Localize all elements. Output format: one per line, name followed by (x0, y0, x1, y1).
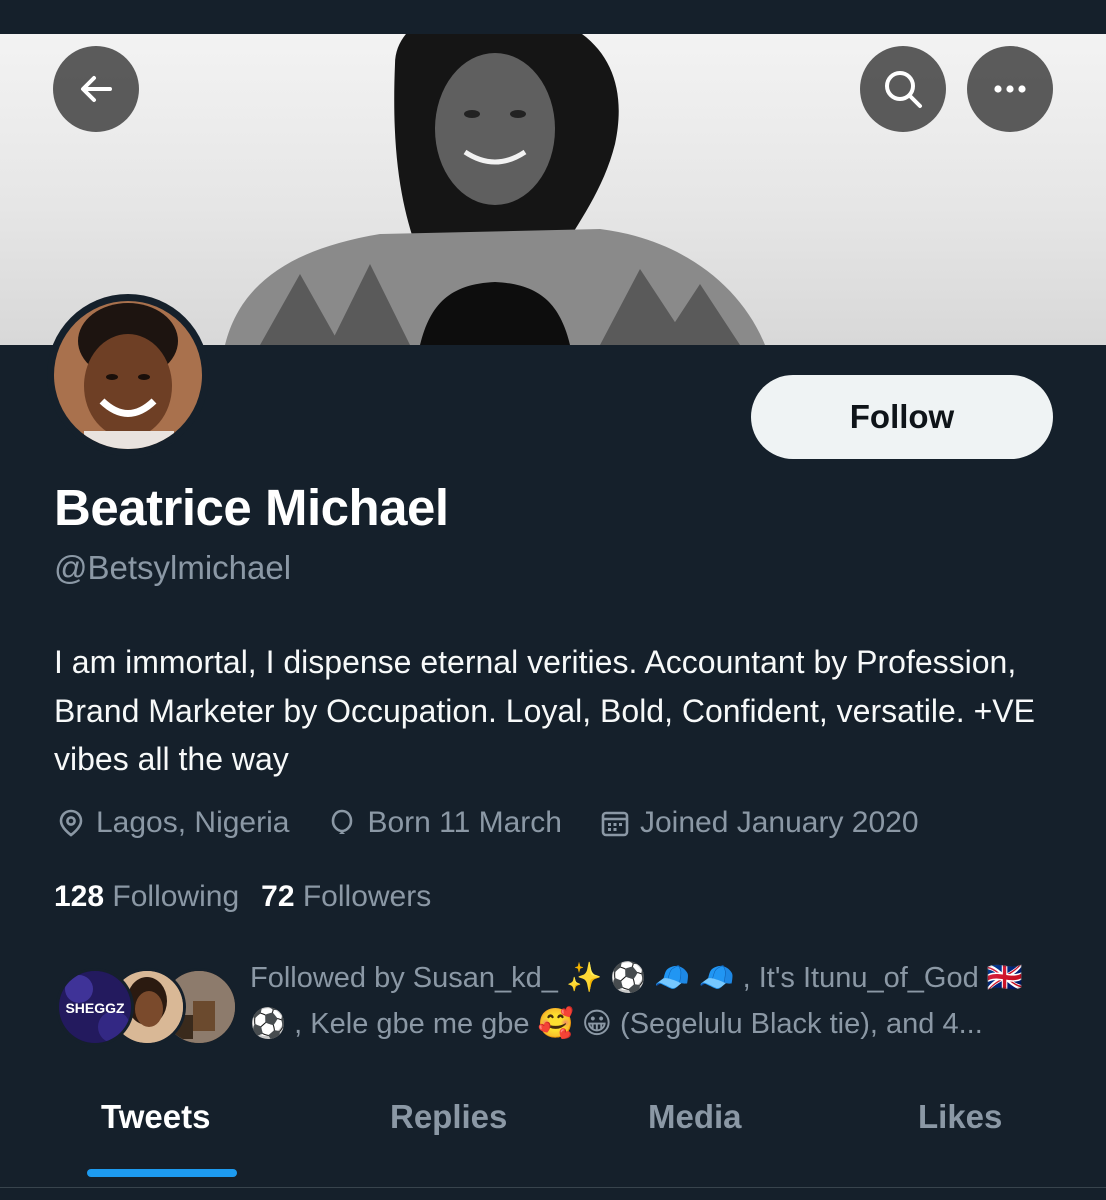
following-label: Following (112, 880, 240, 913)
mutual-avatar-photo: SHEGGZ (59, 971, 131, 1043)
tab-tweets[interactable]: Tweets (101, 1098, 210, 1136)
location-item: Lagos, Nigeria (56, 806, 289, 840)
location-text: Lagos, Nigeria (96, 806, 290, 839)
user-handle: @Betsylmichael (54, 549, 292, 586)
followed-by-text[interactable]: Followed by Susan_kd_ ✨ ⚽ 🧢 🧢 , It's Itu… (250, 955, 1050, 1047)
profile-tabs: Tweets Replies Media Likes (0, 1080, 1106, 1180)
followers-link[interactable]: 72 Followers (261, 880, 431, 913)
top-strip (0, 0, 1106, 34)
location-pin-icon (59, 809, 83, 837)
profile-avatar[interactable] (47, 294, 209, 456)
avatar-photo (54, 301, 202, 449)
profile-bio: I am immortal, I dispense eternal veriti… (54, 644, 1035, 777)
more-horizontal-icon (994, 85, 1026, 93)
tab-media[interactable]: Media (648, 1098, 742, 1136)
follow-stats: 128 Following 72 Followers (54, 880, 431, 914)
tab-replies[interactable]: Replies (390, 1098, 507, 1136)
birthday-text: Born 11 March (367, 806, 562, 839)
active-tab-indicator (87, 1169, 237, 1177)
mutual-avatar: SHEGGZ (56, 968, 134, 1046)
mutual-followers-avatars[interactable]: SHEGGZ (56, 968, 238, 1046)
calendar-icon (601, 811, 629, 837)
tab-likes[interactable]: Likes (918, 1098, 1002, 1136)
display-name: Beatrice Michael (54, 479, 449, 536)
arrow-left-icon (81, 76, 112, 102)
search-icon (885, 71, 922, 108)
balloon-icon (332, 809, 353, 834)
following-link[interactable]: 128 Following (54, 880, 239, 913)
follow-button[interactable]: Follow (751, 375, 1053, 459)
joined-text: Joined January 2020 (639, 806, 919, 839)
more-button[interactable] (967, 46, 1053, 132)
profile-meta: Lagos, Nigeria Born 11 March Joined Janu… (56, 800, 957, 846)
joined-item: Joined January 2020 (600, 806, 919, 840)
following-count: 128 (54, 880, 105, 913)
search-button[interactable] (860, 46, 946, 132)
birthday-item: Born 11 March (327, 806, 562, 840)
mutual-avatar-label: SHEGGZ (65, 1000, 125, 1016)
followers-label: Followers (302, 880, 432, 913)
tabs-divider (0, 1187, 1106, 1188)
followers-count: 72 (261, 880, 295, 913)
back-button[interactable] (53, 46, 139, 132)
